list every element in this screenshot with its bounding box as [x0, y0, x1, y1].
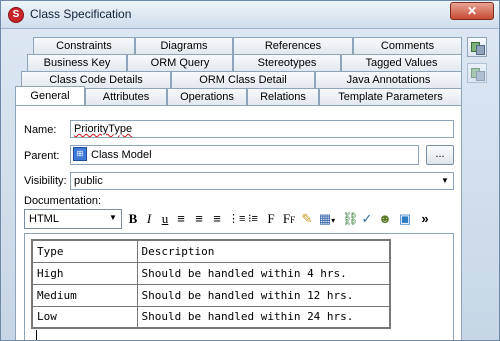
chevron-down-icon: ▼ [441, 176, 449, 185]
name-value: PriorityType [74, 123, 133, 135]
table-cell: Low [31, 305, 138, 329]
table-cell: Type [31, 239, 138, 263]
tab-attributes[interactable]: Attributes [85, 88, 167, 105]
font-icon[interactable]: F [264, 210, 278, 228]
visibility-value: public [74, 175, 103, 187]
tab-constraints[interactable]: Constraints [33, 37, 135, 54]
bold-icon[interactable]: B [126, 210, 140, 228]
align-center-icon[interactable]: ≡ [192, 210, 206, 228]
tab-general[interactable]: General [15, 86, 85, 105]
format-value: HTML [29, 213, 59, 225]
tab-operations[interactable]: Operations [167, 88, 247, 105]
format-select[interactable]: HTML ▼ [24, 209, 122, 229]
tab-orm-query[interactable]: ORM Query [127, 54, 233, 71]
documentation-table: Type Description High Should be handled … [31, 239, 391, 329]
underline-icon[interactable]: u [158, 210, 172, 228]
table-cell: Should be handled within 24 hrs. [136, 305, 391, 329]
tab-java-annotations[interactable]: Java Annotations [315, 71, 462, 88]
table-cell: High [31, 261, 138, 285]
parent-label: Parent: [24, 150, 60, 162]
title-bar[interactable]: S Class Specification ✕ [1, 1, 499, 29]
documentation-toolbar: HTML ▼ B I u ≡ ≡ ≡ ⋮≡ ⁝≡ F FF ✎ ▦▾ ⛓ ✓ ☻… [24, 209, 456, 229]
spell-check-icon[interactable]: ✓ [360, 210, 374, 228]
align-right-icon[interactable]: ≡ [210, 210, 224, 228]
tab-business-key[interactable]: Business Key [27, 54, 127, 71]
table-row: Type Description [31, 239, 391, 263]
copy-icon[interactable] [467, 37, 487, 57]
tab-relations[interactable]: Relations [247, 88, 319, 105]
close-button[interactable]: ✕ [450, 2, 494, 20]
class-model-icon: ⊞ [73, 147, 87, 161]
tab-diagrams[interactable]: Diagrams [135, 37, 233, 54]
table-row: Medium Should be handled within 12 hrs. [31, 283, 391, 307]
tab-orm-class-detail[interactable]: ORM Class Detail [171, 71, 315, 88]
tab-comments[interactable]: Comments [353, 37, 462, 54]
table-row: High Should be handled within 4 hrs. [31, 261, 391, 285]
documentation-editor[interactable]: Type Description High Should be handled … [24, 233, 454, 340]
more-icon[interactable]: » [418, 210, 432, 228]
tab-references[interactable]: References [233, 37, 353, 54]
window-title: Class Specification [30, 7, 132, 21]
text-caret [36, 330, 37, 340]
browse-parent-button[interactable]: ... [426, 145, 454, 165]
image-icon[interactable]: ▣ [398, 210, 412, 228]
parent-value: Class Model [91, 149, 152, 161]
class-specification-dialog: S Class Specification ✕ Constraints Diag… [0, 0, 500, 341]
tab-strip: Constraints Diagrams References Comments… [15, 37, 462, 107]
table-cell: Medium [31, 283, 138, 307]
align-left-icon[interactable]: ≡ [174, 210, 188, 228]
table-icon[interactable]: ▦▾ [318, 210, 336, 228]
chevron-down-icon: ▼ [109, 213, 117, 222]
highlight-icon[interactable]: ✎ [300, 210, 314, 228]
name-label: Name: [24, 124, 57, 136]
italic-icon[interactable]: I [142, 210, 156, 228]
paste-icon[interactable] [467, 63, 487, 83]
general-tab-panel: Name: PriorityType Parent: ⊞ Class Model… [15, 105, 462, 340]
link-icon[interactable]: ⛓ [342, 210, 359, 228]
user-icon[interactable]: ☻ [378, 210, 392, 228]
tab-tagged-values[interactable]: Tagged Values [341, 54, 462, 71]
table-row: Low Should be handled within 24 hrs. [31, 305, 391, 329]
table-cell: Description [136, 239, 391, 263]
unordered-list-icon[interactable]: ⁝≡ [246, 210, 260, 228]
tab-template-parameters[interactable]: Template Parameters [319, 88, 462, 105]
ordered-list-icon[interactable]: ⋮≡ [228, 210, 245, 228]
visibility-select[interactable]: public ▼ [70, 172, 454, 190]
name-field[interactable]: PriorityType [70, 120, 454, 138]
visibility-label: Visibility: [24, 175, 67, 187]
documentation-label: Documentation: [24, 195, 102, 207]
side-toolbar [467, 37, 489, 89]
table-cell: Should be handled within 4 hrs. [136, 261, 391, 285]
table-cell: Should be handled within 12 hrs. [136, 283, 391, 307]
font-size-icon[interactable]: FF [280, 210, 298, 228]
app-logo-icon: S [8, 7, 24, 23]
parent-field[interactable]: ⊞ Class Model [70, 145, 419, 165]
tab-stereotypes[interactable]: Stereotypes [233, 54, 341, 71]
